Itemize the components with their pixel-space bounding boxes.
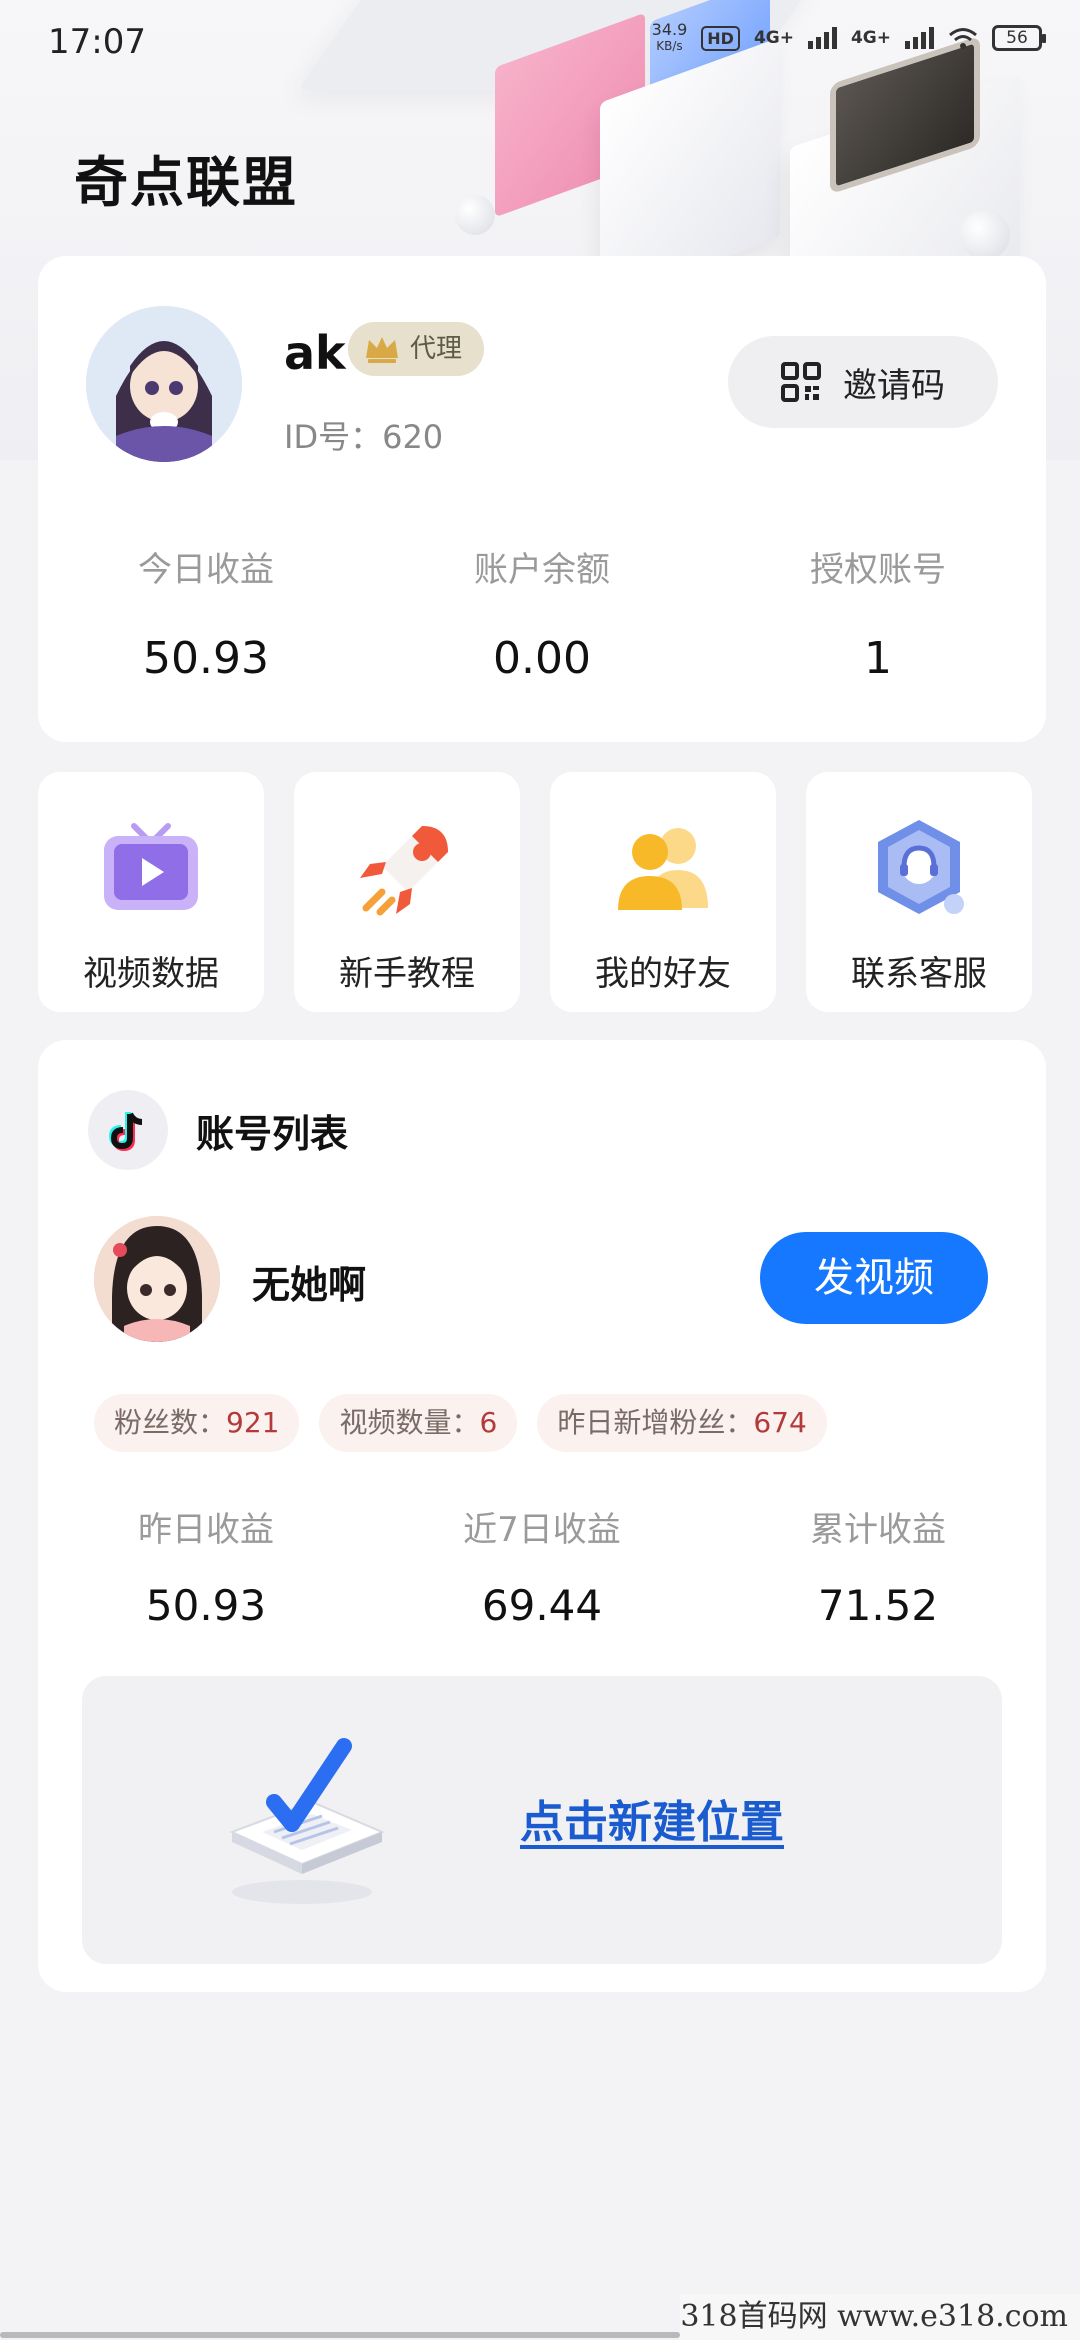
site-watermark: 318首码网 www.e318.com [680,2294,1080,2340]
checklist-illustration-icon [229,1738,385,1904]
stat-yesterday-earnings: 昨日收益 50.93 [138,1510,274,1630]
profile-card: ak 代理 ID号：620 邀请码 今日收益 50.93 账户余额 0.00 授… [38,256,1046,742]
account-list-card: 账号列表 无她啊 发视频 粉丝数：921 视频数量：6 昨日新增粉丝：674 昨… [38,1040,1046,1992]
account-list-title: 账号列表 [196,1111,349,1156]
status-bar: 17:07 34.9 KB/s HD 4G+ 4G+ 56 [0,0,1080,80]
tv-play-icon [104,823,198,910]
friends-icon [618,828,708,910]
feature-customer-service[interactable]: 联系客服 [806,772,1032,1012]
rocket-icon [360,826,448,916]
invite-code-button[interactable]: 邀请码 [728,336,998,428]
stat-today-earnings: 今日收益 50.93 [138,550,274,684]
stat-account-balance: 账户余额 0.00 [474,550,610,684]
status-time: 17:07 [48,22,146,62]
gesture-bar [0,2332,680,2338]
feature-tutorial[interactable]: 新手教程 [294,772,520,1012]
agent-badge: 代理 [348,322,485,376]
followers-tag: 粉丝数：921 [94,1394,300,1452]
account-avatar[interactable] [94,1216,220,1342]
sim2-signal-icon [905,27,934,49]
network-speed: 34.9 KB/s [651,20,688,54]
account-tags: 粉丝数：921 视频数量：6 昨日新增粉丝：674 [94,1394,827,1452]
feature-my-friends[interactable]: 我的好友 [550,772,776,1012]
hd-icon: HD [701,25,740,51]
account-stats: 昨日收益 50.93 近7日收益 69.44 累计收益 71.52 [38,1502,1046,1630]
new-followers-tag: 昨日新增粉丝：674 [537,1394,827,1452]
sim1-signal-icon [807,27,837,49]
create-location-link[interactable]: 点击新建位置 [520,1786,784,1850]
profile-stats: 今日收益 50.93 账户余额 0.00 授权账号 1 [38,542,1046,684]
page-title: 奇点联盟 [74,151,298,214]
wifi-icon [949,28,977,49]
tiktok-icon [88,1090,168,1170]
customer-service-icon [878,820,964,914]
stat-7day-earnings: 近7日收益 69.44 [463,1510,621,1630]
sim2-network-type: 4G+ [850,28,891,48]
battery-icon: 56 [992,25,1046,51]
user-id: ID号：620 [284,418,444,456]
sim1-network-type: 4G+ [753,28,794,48]
account-name: 无她啊 [252,1263,367,1307]
stat-authorized-accounts: 授权账号 1 [810,550,946,684]
post-video-button[interactable]: 发视频 [760,1232,988,1324]
feature-video-data[interactable]: 视频数据 [38,772,264,1012]
video-count-tag: 视频数量：6 [319,1394,518,1452]
user-avatar[interactable] [86,306,242,462]
new-location-panel[interactable]: 点击新建位置 [82,1676,1002,1964]
stat-total-earnings: 累计收益 71.52 [810,1510,946,1630]
username: ak [284,326,346,380]
qr-code-icon [781,362,821,402]
crown-icon [366,337,398,363]
